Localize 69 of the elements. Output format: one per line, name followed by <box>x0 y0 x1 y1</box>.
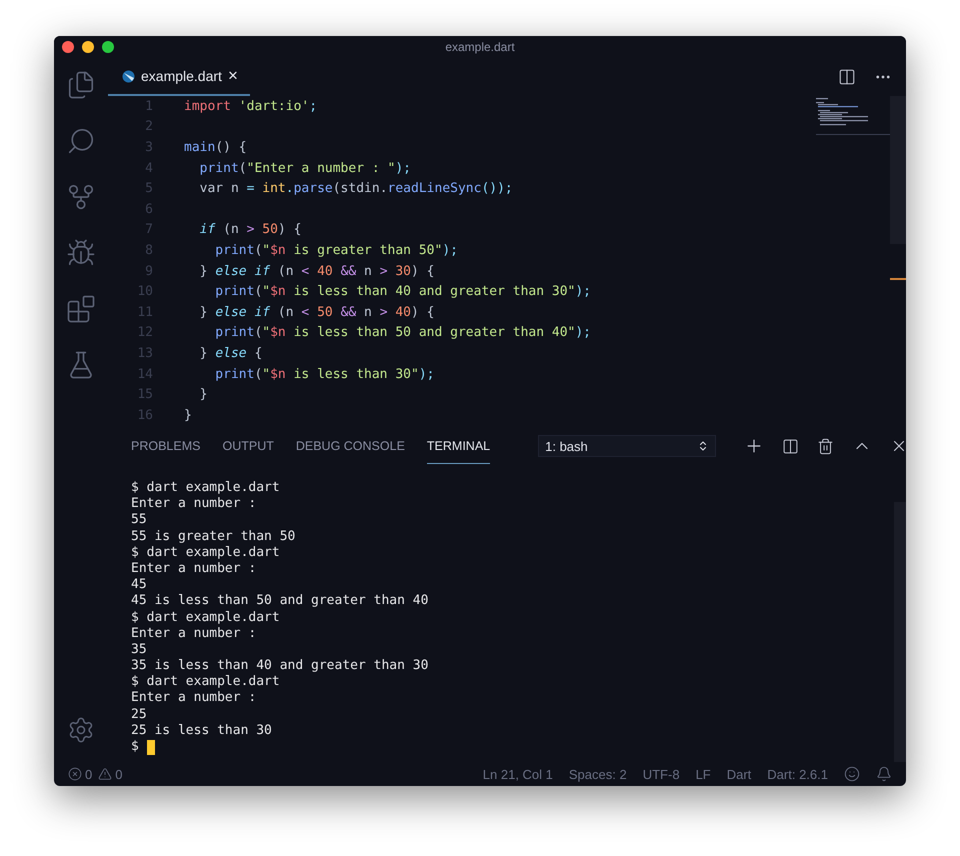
status-item[interactable]: Ln 21, Col 1 <box>482 766 553 782</box>
terminal-line: Enter a number : <box>131 626 258 642</box>
code-line: print("$n is less than 40 and greater than 30"); <box>214 284 592 300</box>
settings-icon[interactable] <box>67 716 95 744</box>
code-line: print("$n is less than 50 and greater than 40"); <box>214 325 592 340</box>
terminal-line: $ dart example.dart <box>131 480 281 496</box>
panel-tab[interactable]: DEBUG CONSOLE <box>296 428 405 464</box>
error-count[interactable]: 0 <box>85 766 92 782</box>
code-line: print("$n is greater than 50"); <box>214 242 458 258</box>
split-editor-icon[interactable] <box>838 68 856 86</box>
panel-tab[interactable]: OUTPUT <box>222 428 274 464</box>
scroll-marker <box>890 278 906 280</box>
terminal-line: 45 <box>131 577 148 594</box>
terminal-line: $ dart example.dart <box>131 674 281 690</box>
dart-file-icon <box>122 70 135 82</box>
terminal-line: $ dart example.dart <box>131 544 281 561</box>
close-window-button[interactable] <box>62 41 74 53</box>
split-terminal-icon[interactable] <box>782 438 800 454</box>
smiley-icon[interactable] <box>844 766 860 782</box>
warning-count[interactable]: 0 <box>115 766 122 782</box>
code-line: print("Enter a number : "); <box>198 160 411 176</box>
terminal-line: 45 is less than 50 and greater than 40 <box>131 593 430 610</box>
terminal-line: Enter a number : <box>131 690 258 707</box>
code-line: main() { <box>184 140 247 155</box>
code-line: if (n > 50) { <box>198 222 302 238</box>
status-item[interactable]: Dart <box>726 766 752 782</box>
maximize-window-button[interactable] <box>102 41 114 53</box>
code-line: } else if (n < 50 && n > 40) { <box>198 304 434 320</box>
terminal-line: $ dart example.dart <box>131 610 281 626</box>
source-control-icon[interactable] <box>66 182 96 212</box>
terminal-line: 25 <box>131 706 148 723</box>
code-line: } else if (n < 40 && n > 30) { <box>198 264 434 279</box>
minimize-window-button[interactable] <box>82 41 94 53</box>
status-item[interactable]: LF <box>696 766 711 782</box>
cursor <box>146 740 155 755</box>
tab-label: example.dart <box>141 68 222 84</box>
panel-tab[interactable]: PROBLEMS <box>131 428 200 464</box>
status-item[interactable]: Dart: 2.6.1 <box>767 766 828 782</box>
code-line: } else { <box>198 346 262 361</box>
terminal-line: Enter a number : <box>131 496 258 512</box>
terminal-prompt: $ <box>131 739 139 756</box>
terminal-line: 25 is less than 30 <box>131 722 273 739</box>
search-icon[interactable] <box>66 126 96 156</box>
status-item[interactable]: Spaces: 2 <box>568 766 627 782</box>
terminal-line: 35 <box>131 642 148 658</box>
code-line: } <box>184 408 192 423</box>
files-icon[interactable] <box>66 70 96 100</box>
terminal-line: 55 is greater than 50 <box>131 528 296 545</box>
terminal-line: 55 <box>131 512 148 529</box>
panel-tab[interactable]: TERMINAL <box>426 428 490 464</box>
error-icon <box>68 767 82 781</box>
scrollbar[interactable] <box>890 96 906 244</box>
status-item[interactable]: UTF-8 <box>642 766 680 782</box>
window-title: example.dart <box>445 40 515 54</box>
extensions-icon[interactable] <box>66 294 96 324</box>
bug-icon[interactable] <box>66 238 96 268</box>
terminal-line: Enter a number : <box>131 560 258 578</box>
scrollbar[interactable] <box>894 502 906 762</box>
terminal-dropdown[interactable]: 1: bash <box>538 435 716 457</box>
code-line: } <box>198 387 208 402</box>
close-tab-button[interactable]: × <box>228 66 238 86</box>
bell-icon[interactable] <box>876 766 892 782</box>
code-line: print("$n is less than 30"); <box>214 366 434 382</box>
code-line: var n = int.parse(stdin.readLineSync()); <box>198 181 513 196</box>
code-line: import 'dart:io'; <box>184 98 318 114</box>
warning-icon <box>98 767 112 781</box>
terminal-line: 35 is less than 40 and greater than 30 <box>131 658 430 674</box>
editor-tab[interactable]: example.dart × <box>108 58 250 96</box>
trash-icon[interactable] <box>817 438 834 454</box>
